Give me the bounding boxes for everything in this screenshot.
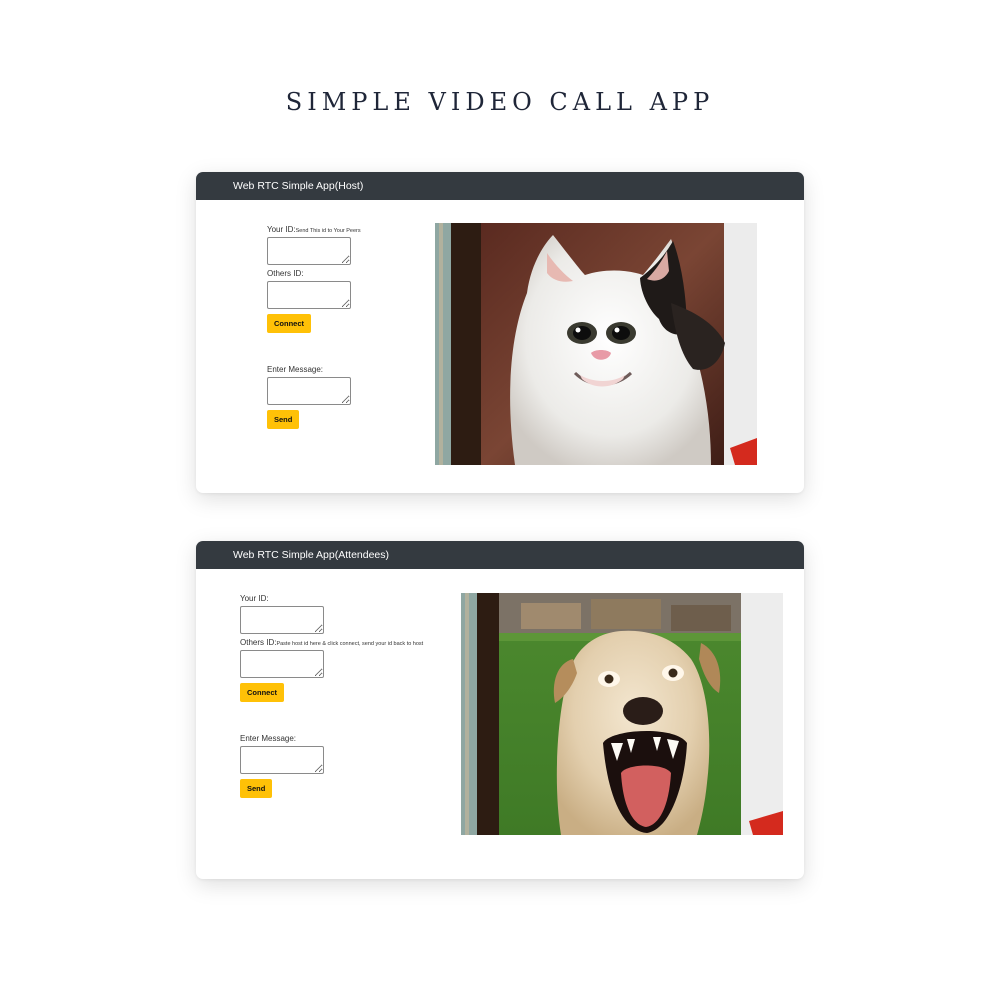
cat-video-frame <box>435 223 757 465</box>
attendee-others-id-field[interactable] <box>240 650 324 678</box>
host-message-label: Enter Message: <box>267 365 324 374</box>
host-others-id-field[interactable] <box>267 281 351 309</box>
host-connect-button[interactable]: Connect <box>267 314 311 333</box>
host-your-id-field[interactable] <box>267 237 351 265</box>
attendee-app-window: Web RTC Simple App(Attendees) Your ID: O… <box>196 541 804 879</box>
host-navbar-title[interactable]: Web RTC Simple App(Host) <box>233 180 363 192</box>
attendee-others-id-label: Others ID: <box>240 638 277 647</box>
attendee-your-id-label: Your ID: <box>240 594 269 603</box>
page-title: SIMPLE VIDEO CALL APP <box>285 88 715 116</box>
attendee-others-id-label-row: Others ID:Paste host id here & click con… <box>240 638 423 647</box>
host-video-feed <box>435 223 757 465</box>
attendee-form: Your ID: Others ID:Paste host id here & … <box>240 594 423 798</box>
host-message-field[interactable] <box>267 377 351 405</box>
attendee-message-field[interactable] <box>240 746 324 774</box>
host-your-id-label-row: Your ID:Send This id to Your Peers <box>267 225 361 234</box>
attendee-others-id-hint: Paste host id here & click connect, send… <box>276 641 424 647</box>
host-others-id-label: Others ID: <box>267 269 304 278</box>
host-your-id-label: Your ID: <box>267 225 296 234</box>
dog-video-frame <box>461 593 783 835</box>
host-send-button[interactable]: Send <box>267 410 300 429</box>
attendee-navbar-title[interactable]: Web RTC Simple App(Attendees) <box>233 549 389 561</box>
host-form: Your ID:Send This id to Your Peers Other… <box>267 225 361 429</box>
attendee-connect-button[interactable]: Connect <box>240 683 284 702</box>
host-app-window: Web RTC Simple App(Host) Your ID:Send Th… <box>196 172 804 493</box>
attendee-message-label: Enter Message: <box>240 734 297 743</box>
attendee-send-button[interactable]: Send <box>240 779 273 798</box>
host-your-id-hint: Send This id to Your Peers <box>295 228 361 234</box>
attendee-your-id-field[interactable] <box>240 606 324 634</box>
attendee-video-feed <box>461 593 783 835</box>
host-navbar: Web RTC Simple App(Host) <box>196 172 804 200</box>
attendee-navbar: Web RTC Simple App(Attendees) <box>196 541 804 569</box>
